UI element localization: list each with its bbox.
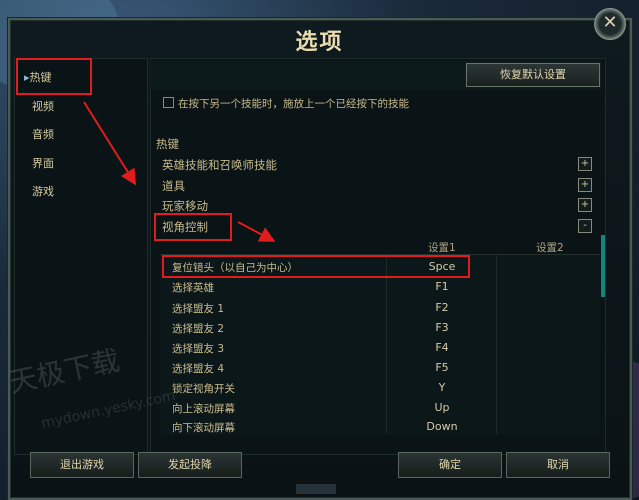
- arrow-to-reset-camera: [237, 221, 276, 242]
- annotation-arrows: [83, 101, 276, 242]
- arrow-to-camera-control: [83, 101, 137, 186]
- taskbar-fragment: [296, 484, 336, 494]
